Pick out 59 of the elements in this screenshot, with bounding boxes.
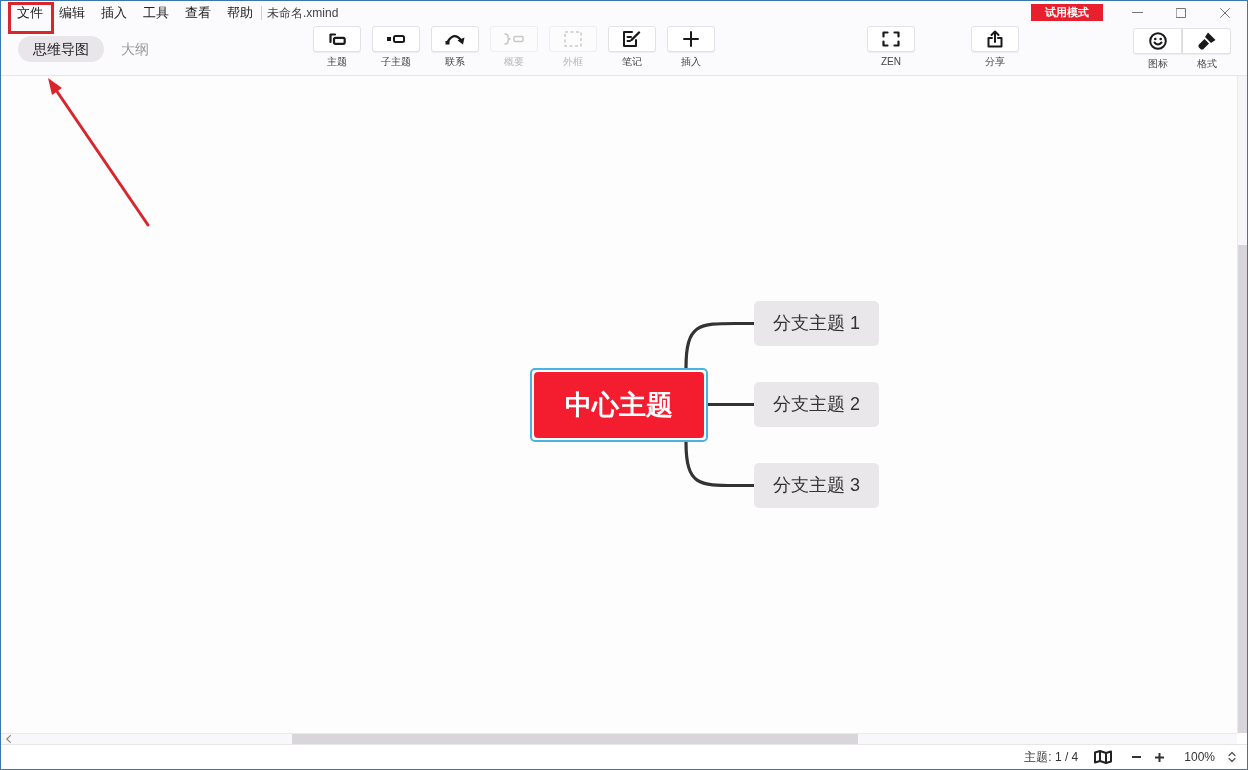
toolbar-label: 概要 <box>504 55 524 69</box>
brush-icon <box>1197 32 1216 50</box>
icons-button[interactable] <box>1133 28 1182 54</box>
format-button[interactable] <box>1182 28 1231 54</box>
scrollbar-thumb[interactable] <box>1238 245 1247 733</box>
topic-button[interactable] <box>313 26 361 52</box>
smiley-icon <box>1148 32 1167 50</box>
toolbar-label: 联系 <box>445 55 465 69</box>
window-title: 未命名.xmind <box>267 4 339 22</box>
pencil-note-icon <box>623 31 641 47</box>
relationship-button[interactable] <box>431 26 479 52</box>
toolbar-label: 插入 <box>681 55 701 69</box>
brace-box-icon <box>504 33 524 45</box>
toolbar-label: 分享 <box>985 55 1005 69</box>
topic-count: 主题: 1 / 4 <box>1024 749 1079 766</box>
maximize-icon[interactable] <box>1176 7 1186 18</box>
toolbar-label: 外框 <box>563 55 583 69</box>
toolbar-label: 子主题 <box>381 55 411 69</box>
central-topic[interactable]: 中心主题 <box>534 372 704 438</box>
connector-line <box>684 321 754 369</box>
toolbar-label: ZEN <box>881 55 901 69</box>
plus-icon <box>683 31 699 47</box>
branch-topic[interactable]: 分支主题 1 <box>754 301 879 346</box>
connector-line <box>684 441 754 488</box>
trial-mode-badge: 试用模式 <box>1031 4 1103 21</box>
dot-box-icon <box>387 35 405 43</box>
zen-button[interactable] <box>867 26 915 52</box>
toolbar-label: 图标 <box>1147 57 1168 71</box>
close-icon[interactable] <box>1220 7 1230 18</box>
toolbar-label: 格式 <box>1196 57 1217 71</box>
fullscreen-icon <box>882 31 900 47</box>
note-button[interactable] <box>608 26 656 52</box>
menu-item[interactable]: 查看 <box>185 4 211 21</box>
insert-button[interactable] <box>667 26 715 52</box>
subtopic-button[interactable] <box>372 26 420 52</box>
menu-item[interactable]: 工具 <box>143 4 169 21</box>
view-tab[interactable]: 思维导图 <box>18 36 104 62</box>
map-icon[interactable] <box>1094 750 1113 764</box>
zoom-in-icon[interactable] <box>1155 752 1165 762</box>
branch-topic[interactable]: 分支主题 3 <box>754 463 879 508</box>
connector-line <box>708 402 754 407</box>
curved-arrow-icon <box>445 33 465 45</box>
zoom-level[interactable]: 100% <box>1184 748 1215 766</box>
branch-topic[interactable]: 分支主题 2 <box>754 382 879 427</box>
dashed-square-icon <box>564 31 582 47</box>
toolbar-label: 笔记 <box>622 55 642 69</box>
horizontal-scrollbar[interactable] <box>1 733 1237 744</box>
menu-item[interactable]: 编辑 <box>59 4 85 21</box>
toolbar-label: 主题 <box>327 55 347 69</box>
up-down-chevron-icon[interactable] <box>1228 751 1236 763</box>
menu-item[interactable]: 插入 <box>101 4 127 21</box>
menu-item[interactable]: 帮助 <box>227 4 253 21</box>
scrollbar-thumb[interactable] <box>292 734 858 744</box>
menu-item[interactable]: 文件 <box>17 4 43 21</box>
vertical-scrollbar[interactable] <box>1237 76 1247 733</box>
bracket-box-icon <box>328 33 346 45</box>
chevron-left-icon[interactable] <box>6 735 11 743</box>
share-button[interactable] <box>971 26 1019 52</box>
share-icon <box>987 30 1003 48</box>
